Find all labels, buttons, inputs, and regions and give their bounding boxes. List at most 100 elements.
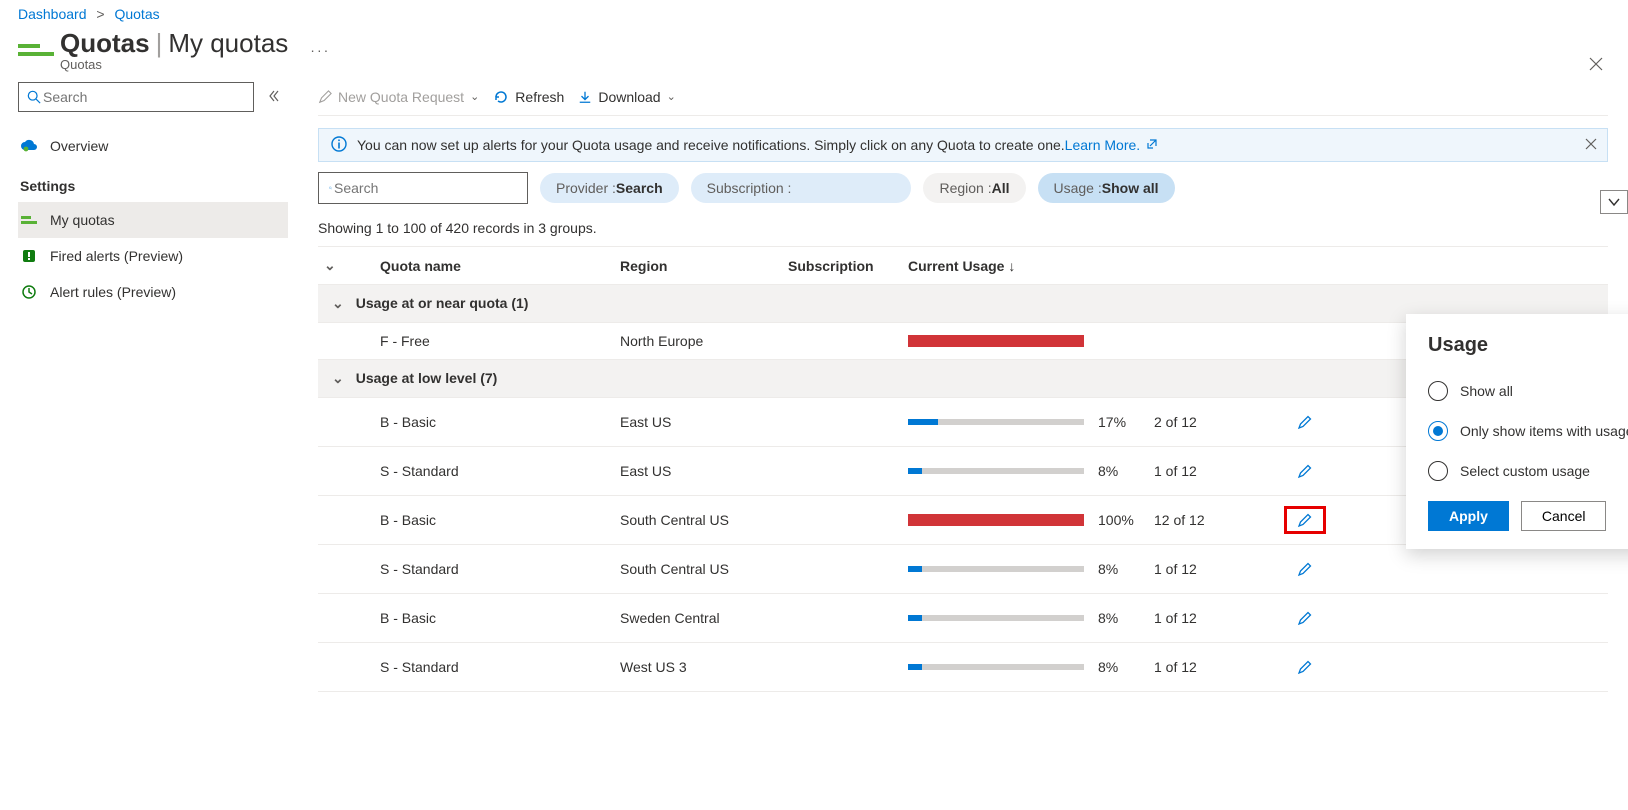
cell-percent: 8% [1092, 447, 1148, 496]
edit-quota-button[interactable] [1284, 408, 1326, 436]
search-icon [27, 90, 41, 104]
cell-percent: 8% [1092, 643, 1148, 692]
collapse-sidebar-button[interactable] [260, 89, 288, 105]
table-row[interactable]: S - StandardWest US 38%1 of 12 [318, 643, 1608, 692]
tool-label: New Quota Request [338, 89, 464, 105]
pencil-icon [1297, 512, 1313, 528]
breadcrumb-separator: > [96, 6, 104, 22]
edit-quota-button[interactable] [1284, 457, 1326, 485]
download-button[interactable]: Download ⌄ [578, 89, 675, 105]
filter-search-input[interactable] [318, 172, 528, 204]
learn-more-link[interactable]: Learn More. [1065, 137, 1140, 153]
sidebar-item-label: My quotas [50, 212, 115, 228]
cell-percent: 17% [1092, 398, 1148, 447]
radio-custom-usage[interactable]: Select custom usage [1428, 451, 1628, 491]
filter-pill-usage[interactable]: Usage : Show all [1038, 173, 1175, 203]
filter-pill-region[interactable]: Region : All [923, 173, 1025, 203]
main-content: New Quota Request ⌄ Refresh Download ⌄ Y… [306, 72, 1628, 810]
column-options-button[interactable] [1600, 190, 1628, 214]
cell-subscription [782, 447, 902, 496]
sidebar-item-alert-rules[interactable]: Alert rules (Preview) [18, 274, 288, 310]
edit-quota-button[interactable] [1284, 604, 1326, 632]
new-quota-request-button[interactable]: New Quota Request ⌄ [318, 89, 479, 105]
table-row[interactable]: B - BasicSweden Central8%1 of 12 [318, 594, 1608, 643]
cell-subscription [782, 323, 902, 360]
cell-region: North Europe [614, 323, 782, 360]
cell-of: 1 of 12 [1148, 545, 1278, 594]
page-subtitle: Quotas [60, 57, 288, 72]
radio-show-all[interactable]: Show all [1428, 371, 1628, 411]
info-icon [331, 136, 347, 155]
refresh-icon [493, 89, 509, 105]
cell-of: 1 of 12 [1148, 447, 1278, 496]
cell-quota-name: B - Basic [374, 398, 614, 447]
column-header-current-usage[interactable]: Current Usage ↓ [902, 247, 1092, 285]
refresh-button[interactable]: Refresh [493, 89, 564, 105]
filter-pill-subscription[interactable]: Subscription : [691, 173, 912, 203]
breadcrumb-dashboard[interactable]: Dashboard [18, 6, 87, 22]
cell-quota-name: B - Basic [374, 594, 614, 643]
cell-subscription [782, 643, 902, 692]
cell-usage-bar [902, 545, 1092, 594]
filter-pill-provider[interactable]: Provider : Search [540, 173, 679, 203]
apply-button[interactable]: Apply [1428, 501, 1509, 531]
cell-region: South Central US [614, 545, 782, 594]
record-count-label: Showing 1 to 100 of 420 records in 3 gro… [318, 220, 1608, 236]
chevron-down-icon[interactable]: ⌄ [324, 257, 336, 273]
alert-icon [20, 247, 38, 265]
tool-label: Refresh [515, 89, 564, 105]
cell-subscription [782, 496, 902, 545]
sidebar-item-fired-alerts[interactable]: Fired alerts (Preview) [18, 238, 288, 274]
edit-quota-button[interactable] [1284, 653, 1326, 681]
radio-icon [1428, 381, 1448, 401]
cell-region: East US [614, 398, 782, 447]
cell-of: 12 of 12 [1148, 496, 1278, 545]
cell-quota-name: F - Free [374, 323, 614, 360]
dismiss-info-button[interactable] [1585, 137, 1597, 153]
cell-subscription [782, 545, 902, 594]
edit-quota-button[interactable] [1284, 506, 1326, 534]
cell-percent [1092, 323, 1148, 360]
group-label: Usage at low level (7) [356, 370, 498, 386]
cell-usage-bar [902, 398, 1092, 447]
info-text: You can now set up alerts for your Quota… [357, 137, 1065, 153]
radio-label: Select custom usage [1460, 463, 1590, 479]
page-header: Quotas | My quotas Quotas ··· [0, 22, 1628, 72]
radio-icon [1428, 461, 1448, 481]
external-link-icon [1146, 137, 1158, 153]
cell-usage-bar [902, 643, 1092, 692]
page-title-main: Quotas [60, 28, 150, 59]
cancel-button[interactable]: Cancel [1521, 501, 1607, 531]
cell-quota-name: B - Basic [374, 496, 614, 545]
chevron-down-icon: ⌄ [470, 90, 479, 103]
pencil-icon [1297, 610, 1313, 626]
column-header-subscription[interactable]: Subscription [782, 247, 902, 285]
quotas-icon [20, 211, 38, 229]
radio-label: Show all [1460, 383, 1513, 399]
breadcrumb-quotas[interactable]: Quotas [114, 6, 159, 22]
download-icon [578, 90, 592, 104]
edit-quota-button[interactable] [1284, 555, 1326, 583]
cell-region: East US [614, 447, 782, 496]
sidebar-item-overview[interactable]: Overview [18, 128, 288, 164]
column-header-quota-name[interactable]: Quota name [374, 247, 614, 285]
cell-subscription [782, 594, 902, 643]
cell-region: West US 3 [614, 643, 782, 692]
sidebar-search-input[interactable] [18, 82, 254, 112]
radio-only-usage[interactable]: Only show items with usage [1428, 411, 1628, 451]
column-header-region[interactable]: Region [614, 247, 782, 285]
table-row[interactable]: S - StandardSouth Central US8%1 of 12 [318, 545, 1608, 594]
breadcrumb: Dashboard > Quotas [0, 0, 1628, 22]
quotas-icon [18, 38, 54, 62]
chevron-down-icon: ⌄ [332, 370, 344, 386]
cell-usage-bar [902, 594, 1092, 643]
page-title-sub: My quotas [168, 28, 288, 59]
cell-usage-bar [902, 323, 1092, 360]
page-title: Quotas | My quotas [60, 28, 288, 59]
sidebar-item-my-quotas[interactable]: My quotas [18, 202, 288, 238]
cell-percent: 8% [1092, 594, 1148, 643]
sort-down-icon: ↓ [1008, 258, 1015, 274]
more-actions-button[interactable]: ··· [310, 42, 330, 58]
cell-quota-name: S - Standard [374, 643, 614, 692]
sidebar-item-label: Alert rules (Preview) [50, 284, 176, 300]
